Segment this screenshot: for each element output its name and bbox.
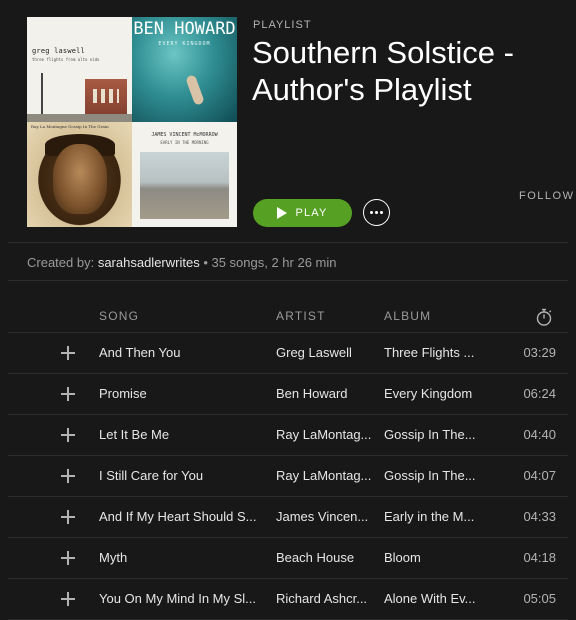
add-track-plus-icon[interactable] [60,345,76,361]
column-header-song[interactable]: SONG [99,309,139,323]
table-row[interactable]: Let It Be Me Ray LaMontag... Gossip In T… [8,415,568,456]
tracklist-header: SONG ARTIST ALBUM [8,299,568,333]
add-track-plus-icon[interactable] [60,386,76,402]
album-art-artist-text: JAMES VINCENT McMORROW [151,132,218,138]
track-duration: 04:33 [523,509,556,524]
play-button-label: PLAY [295,207,328,219]
album-art-james-vincent-mcmorrow: JAMES VINCENT McMORROW EARLY IN THE MORN… [132,122,237,227]
playlist-meta: Created by: sarahsadlerwrites • 35 songs… [27,255,337,270]
track-artist[interactable]: Greg Laswell [276,345,374,360]
album-art-ben-howard: BEN HOWARD EVERY KINGDOM [132,17,237,122]
table-row[interactable]: Myth Beach House Bloom 04:18 [8,538,568,579]
follow-button[interactable]: FOLLOW [519,190,574,202]
add-track-plus-icon[interactable] [60,509,76,525]
track-duration: 04:07 [523,468,556,483]
album-art-album-text: EVERY KINGDOM [158,41,211,47]
stopwatch-icon[interactable] [535,307,553,332]
header-divider [8,242,568,243]
track-title: Myth [99,550,128,565]
table-row[interactable]: I Still Care for You Ray LaMontag... Gos… [8,456,568,497]
track-duration: 03:29 [523,345,556,360]
play-button[interactable]: PLAY [253,199,352,227]
tracklist-table: SONG ARTIST ALBUM And Then You Greg Lasw… [8,299,568,620]
track-title: And Then You [99,345,181,360]
add-track-plus-icon[interactable] [60,468,76,484]
track-title: Let It Be Me [99,427,170,442]
track-album[interactable]: Every Kingdom [384,386,484,401]
track-duration: 05:05 [523,591,556,606]
more-icon [370,211,383,214]
track-album[interactable]: Gossip In The... [384,468,484,483]
owner-link[interactable]: sarahsadlerwrites [98,255,200,270]
column-header-artist[interactable]: ARTIST [276,309,326,323]
track-duration: 06:24 [523,386,556,401]
track-album[interactable]: Alone With Ev... [384,591,484,606]
track-title: You On My Mind In My Sl... [99,591,257,606]
album-art-ground-shape [27,114,132,122]
album-art-ray-lamontagne: Ray La Montagne Gossip In The Grain [27,122,132,227]
track-duration: 04:40 [523,427,556,442]
track-title: Promise [99,386,147,401]
album-art-artist-text: BEN HOWARD [133,19,236,39]
track-title: I Still Care for You [99,468,204,483]
album-art-diver-shape [185,74,205,106]
track-album[interactable]: Three Flights ... [384,345,484,360]
table-row[interactable]: And If My Heart Should S... James Vincen… [8,497,568,538]
created-by-label: Created by: [27,255,95,270]
track-artist[interactable]: Richard Ashcr... [276,591,374,606]
playlist-summary: • 35 songs, 2 hr 26 min [199,255,337,270]
album-art-artist-text: greg laswell [32,47,85,55]
album-art-album-text: three flights from alto nido [32,57,100,62]
track-album[interactable]: Gossip In The... [384,427,484,442]
album-art-portrait-shape [53,144,107,214]
album-art-photo-shape [140,152,229,219]
table-row[interactable]: And Then You Greg Laswell Three Flights … [8,333,568,374]
track-title: And If My Heart Should S... [99,509,257,524]
album-art-album-text: EARLY IN THE MORNING [160,140,209,145]
more-options-button[interactable] [363,199,390,226]
playlist-cover-mosaic: greg laswell three flights from alto nid… [27,17,237,227]
playlist-title: Southern Solstice - Author's Playlist [252,35,514,107]
track-duration: 04:18 [523,550,556,565]
table-row[interactable]: You On My Mind In My Sl... Richard Ashcr… [8,579,568,620]
track-artist[interactable]: Ben Howard [276,386,374,401]
add-track-plus-icon[interactable] [60,550,76,566]
track-artist[interactable]: Ray LaMontag... [276,468,374,483]
album-art-greg-laswell: greg laswell three flights from alto nid… [27,17,132,122]
album-art-caption-text: Ray La Montagne Gossip In The Grain [31,124,109,129]
track-album[interactable]: Early in the M... [384,509,484,524]
track-artist[interactable]: James Vincen... [276,509,374,524]
play-icon [277,207,288,219]
track-artist[interactable]: Beach House [276,550,374,565]
track-artist[interactable]: Ray LaMontag... [276,427,374,442]
add-track-plus-icon[interactable] [60,591,76,607]
track-album[interactable]: Bloom [384,550,484,565]
column-header-album[interactable]: ALBUM [384,309,431,323]
add-track-plus-icon[interactable] [60,427,76,443]
meta-divider [8,280,568,281]
table-row[interactable]: Promise Ben Howard Every Kingdom 06:24 [8,374,568,415]
playlist-type-label: PLAYLIST [253,19,312,31]
